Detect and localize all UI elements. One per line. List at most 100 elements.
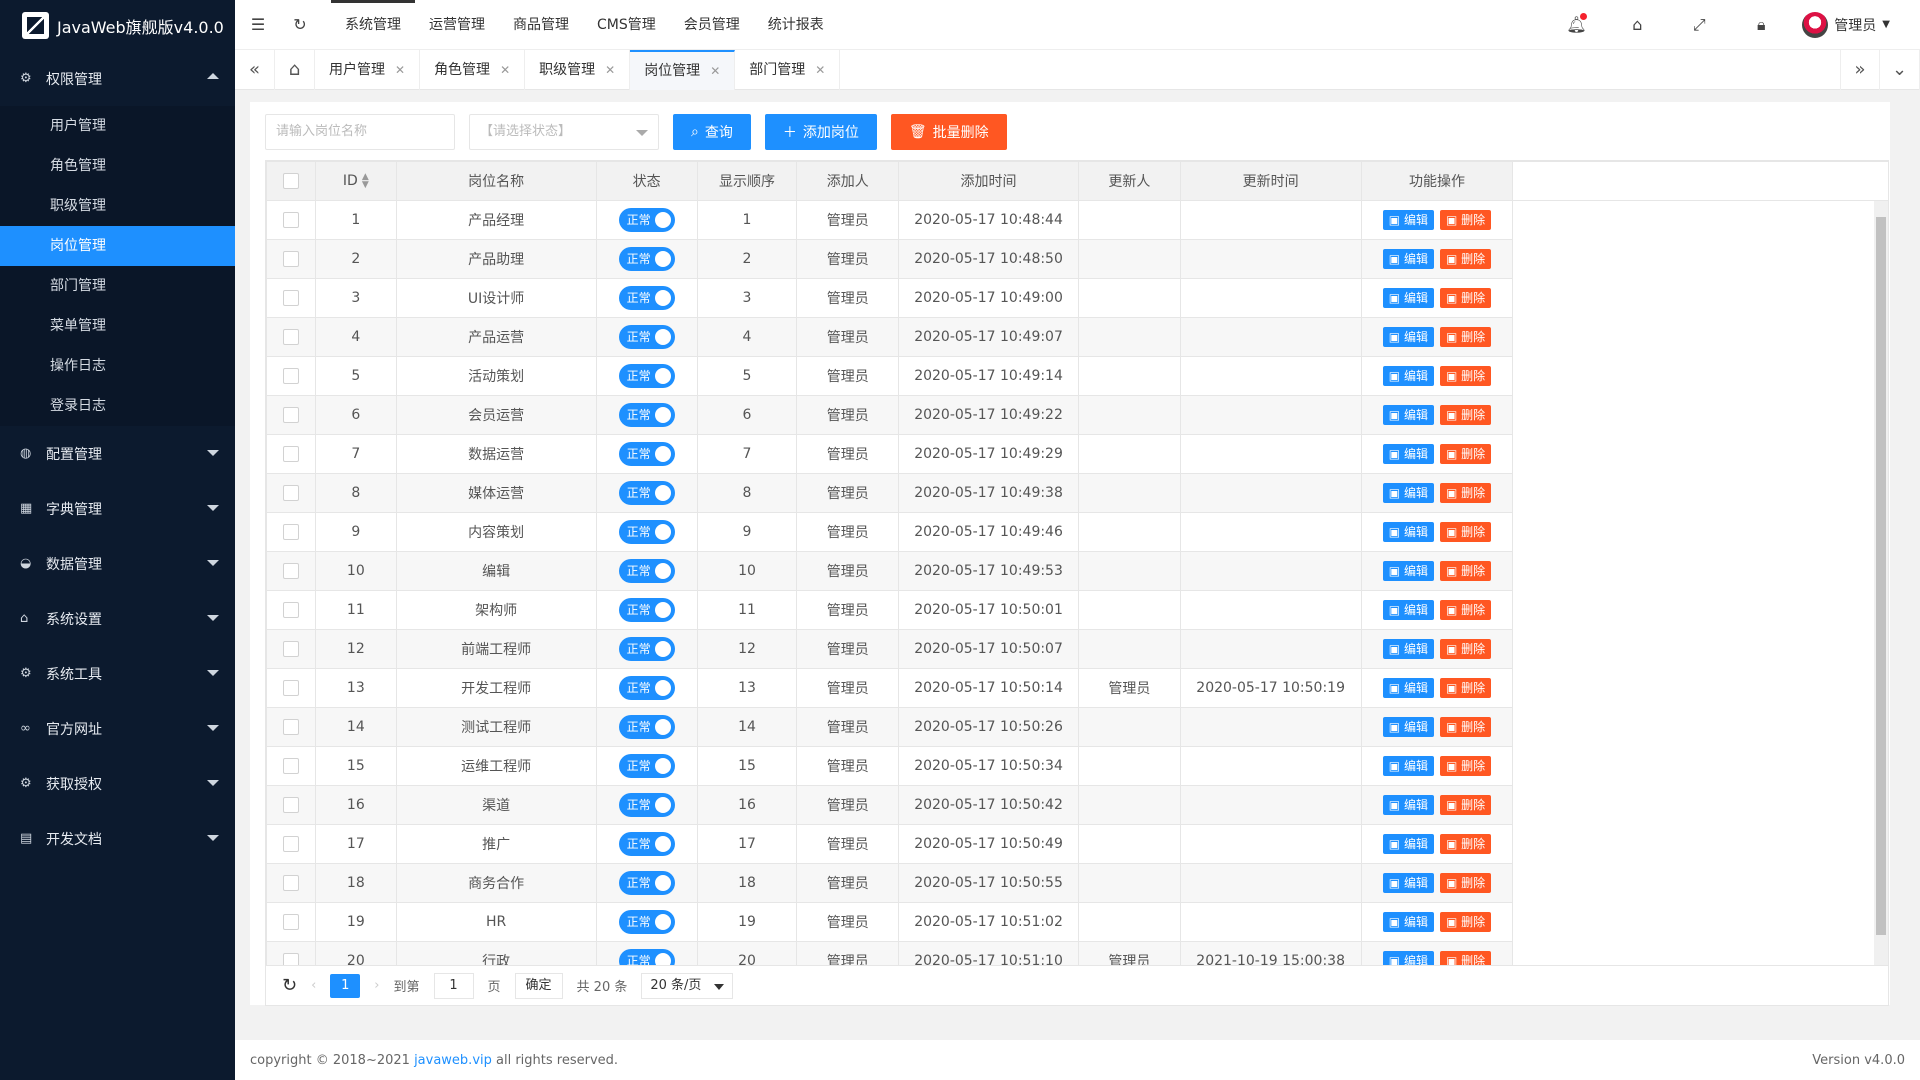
table-row[interactable]: 11 架构师 正常 11 管理员 2020-05-17 10:50:01 ▣ 编辑 ▣ 删除 (266, 590, 1888, 630)
status-select[interactable]: 【请选择状态】 (469, 114, 659, 150)
table-row[interactable]: 5 活动策划 正常 5 管理员 2020-05-17 10:49:14 ▣ 编辑 ▣ 删除 (266, 356, 1888, 396)
edit-button[interactable]: ▣ 编辑 (1382, 639, 1434, 659)
status-toggle[interactable]: 正常 (618, 325, 675, 349)
status-toggle[interactable]: 正常 (618, 832, 675, 856)
edit-button[interactable]: ▣ 编辑 (1382, 951, 1434, 965)
close-icon[interactable]: ✕ (605, 50, 615, 90)
status-toggle[interactable]: 正常 (618, 598, 675, 622)
table-row[interactable]: 14 测试工程师 正常 14 管理员 2020-05-17 10:50:26 ▣ 编辑 ▣ 删… (266, 707, 1888, 747)
status-toggle[interactable]: 正常 (618, 910, 675, 934)
edit-button[interactable]: ▣ 编辑 (1382, 600, 1434, 620)
prev-page-icon[interactable]: ‹ (311, 978, 316, 993)
row-checkbox[interactable] (283, 563, 300, 579)
table-row[interactable]: 18 商务合作 正常 18 管理员 2020-05-17 10:50:55 ▣ 编辑 ▣ 删除 (266, 863, 1888, 903)
status-toggle[interactable]: 正常 (618, 637, 675, 661)
delete-button[interactable]: ▣ 删除 (1439, 561, 1492, 581)
sidebar-item[interactable]: 用户管理 (0, 106, 235, 146)
add-position-button[interactable]: ＋ 添加岗位 (764, 114, 877, 150)
sidebar-group[interactable]: ◍ 配置管理 (0, 426, 235, 481)
sidebar-item[interactable]: 部门管理 (0, 266, 235, 306)
top-nav-item[interactable]: 运营管理 (415, 0, 499, 50)
sidebar-item[interactable]: 角色管理 (0, 146, 235, 186)
edit-button[interactable]: ▣ 编辑 (1382, 522, 1434, 542)
bell-icon[interactable]: 🔔︎ (1566, 12, 1588, 34)
edit-button[interactable]: ▣ 编辑 (1382, 561, 1434, 581)
delete-button[interactable]: ▣ 删除 (1439, 288, 1492, 308)
table-row[interactable]: 16 渠道 正常 16 管理员 2020-05-17 10:50:42 ▣ 编辑 ▣ 删除 (266, 785, 1888, 825)
tab[interactable]: 角色管理 ✕ (420, 49, 526, 90)
top-nav-item[interactable]: 系统管理 (331, 0, 415, 50)
sidebar-group[interactable]: ⚙ 获取授权 (0, 756, 235, 811)
current-page[interactable]: 1 (330, 973, 361, 998)
sidebar-group[interactable]: ▤ 开发文档 (0, 811, 235, 866)
row-checkbox[interactable] (283, 719, 300, 735)
position-name-input[interactable]: 请输入岗位名称 (265, 114, 455, 150)
tab[interactable]: 部门管理 ✕ (735, 49, 841, 90)
table-row[interactable]: 9 内容策划 正常 9 管理员 2020-05-17 10:49:46 ▣ 编辑 ▣ 删除 (266, 512, 1888, 552)
top-nav-item[interactable]: 会员管理 (670, 0, 754, 50)
table-row[interactable]: 7 数据运营 正常 7 管理员 2020-05-17 10:49:29 ▣ 编辑 ▣ 删除 (266, 434, 1888, 474)
delete-button[interactable]: ▣ 删除 (1439, 639, 1492, 659)
delete-button[interactable]: ▣ 删除 (1439, 600, 1492, 620)
delete-button[interactable]: ▣ 删除 (1439, 951, 1492, 965)
lock-icon[interactable]: 🔒︎ (1752, 15, 1770, 34)
table-row[interactable]: 4 产品运营 正常 4 管理员 2020-05-17 10:49:07 ▣ 编辑 ▣ 删除 (266, 317, 1888, 357)
status-toggle[interactable]: 正常 (618, 520, 675, 544)
edit-button[interactable]: ▣ 编辑 (1382, 483, 1434, 503)
home-tab-icon[interactable]: ⌂ (275, 49, 315, 90)
sort-icon[interactable]: ▲ ▼ (362, 173, 369, 190)
edit-button[interactable]: ▣ 编辑 (1382, 405, 1434, 425)
table-row[interactable]: 20 行政 正常 20 管理员 2020-05-17 10:51:10 管理员 2021-10… (266, 941, 1888, 965)
row-checkbox[interactable] (283, 953, 300, 965)
row-checkbox[interactable] (283, 446, 300, 462)
status-toggle[interactable]: 正常 (618, 871, 675, 895)
close-icon[interactable]: ✕ (395, 50, 405, 90)
table-row[interactable]: 3 UI设计师 正常 3 管理员 2020-05-17 10:49:00 ▣ 编辑 ▣ 删除 (266, 278, 1888, 318)
delete-button[interactable]: ▣ 删除 (1439, 795, 1492, 815)
delete-button[interactable]: ▣ 删除 (1439, 717, 1492, 737)
sidebar-item[interactable]: 操作日志 (0, 346, 235, 386)
delete-button[interactable]: ▣ 删除 (1439, 834, 1492, 854)
edit-button[interactable]: ▣ 编辑 (1382, 210, 1434, 230)
edit-button[interactable]: ▣ 编辑 (1382, 366, 1434, 386)
tab[interactable]: 岗位管理 ✕ (630, 49, 736, 91)
row-checkbox[interactable] (283, 212, 300, 228)
row-checkbox[interactable] (283, 680, 300, 696)
user-menu[interactable]: 管理员 ▼ (1802, 11, 1890, 38)
close-icon[interactable]: ✕ (500, 50, 510, 90)
delete-button[interactable]: ▣ 删除 (1439, 912, 1492, 932)
close-icon[interactable]: ✕ (815, 50, 825, 90)
goto-page-input[interactable]: 1 (433, 972, 474, 999)
edit-button[interactable]: ▣ 编辑 (1382, 678, 1434, 698)
delete-button[interactable]: ▣ 删除 (1439, 873, 1492, 893)
table-row[interactable]: 17 推广 正常 17 管理员 2020-05-17 10:50:49 ▣ 编辑 ▣ 删除 (266, 824, 1888, 864)
sidebar-group[interactable]: ⚙ 系统工具 (0, 646, 235, 701)
status-toggle[interactable]: 正常 (618, 364, 675, 388)
table-row[interactable]: 13 开发工程师 正常 13 管理员 2020-05-17 10:50:14 管理员 2020… (266, 668, 1888, 708)
status-toggle[interactable]: 正常 (618, 793, 675, 817)
tag-icon[interactable]: ⌂ (1628, 15, 1646, 34)
menu-fold-icon[interactable]: ☰ (249, 15, 267, 34)
table-row[interactable]: 2 产品助理 正常 2 管理员 2020-05-17 10:48:50 ▣ 编辑 ▣ 删除 (266, 239, 1888, 279)
sidebar-item[interactable]: 登录日志 (0, 386, 235, 426)
tab[interactable]: 用户管理 ✕ (315, 49, 421, 90)
row-checkbox[interactable] (283, 875, 300, 891)
row-checkbox[interactable] (283, 797, 300, 813)
table-row[interactable]: 12 前端工程师 正常 12 管理员 2020-05-17 10:50:07 ▣ 编辑 ▣ 删… (266, 629, 1888, 669)
delete-button[interactable]: ▣ 删除 (1439, 756, 1492, 776)
close-icon[interactable]: ✕ (710, 51, 720, 91)
edit-button[interactable]: ▣ 编辑 (1382, 444, 1434, 464)
sidebar-item[interactable]: 岗位管理 (0, 226, 235, 266)
tab[interactable]: 职级管理 ✕ (525, 49, 631, 90)
row-checkbox[interactable] (283, 329, 300, 345)
tabs-scroll-right-icon[interactable]: » (1840, 49, 1880, 90)
table-row[interactable]: 1 产品经理 正常 1 管理员 2020-05-17 10:48:44 ▣ 编辑 ▣ 删除 (266, 200, 1888, 240)
status-toggle[interactable]: 正常 (618, 949, 675, 965)
edit-button[interactable]: ▣ 编辑 (1382, 873, 1434, 893)
delete-button[interactable]: ▣ 删除 (1439, 444, 1492, 464)
edit-button[interactable]: ▣ 编辑 (1382, 912, 1434, 932)
delete-button[interactable]: ▣ 删除 (1439, 483, 1492, 503)
row-checkbox[interactable] (283, 290, 300, 306)
sidebar-group[interactable]: ∞ 官方网址 (0, 701, 235, 756)
refresh-icon[interactable]: ↻ (282, 975, 297, 996)
